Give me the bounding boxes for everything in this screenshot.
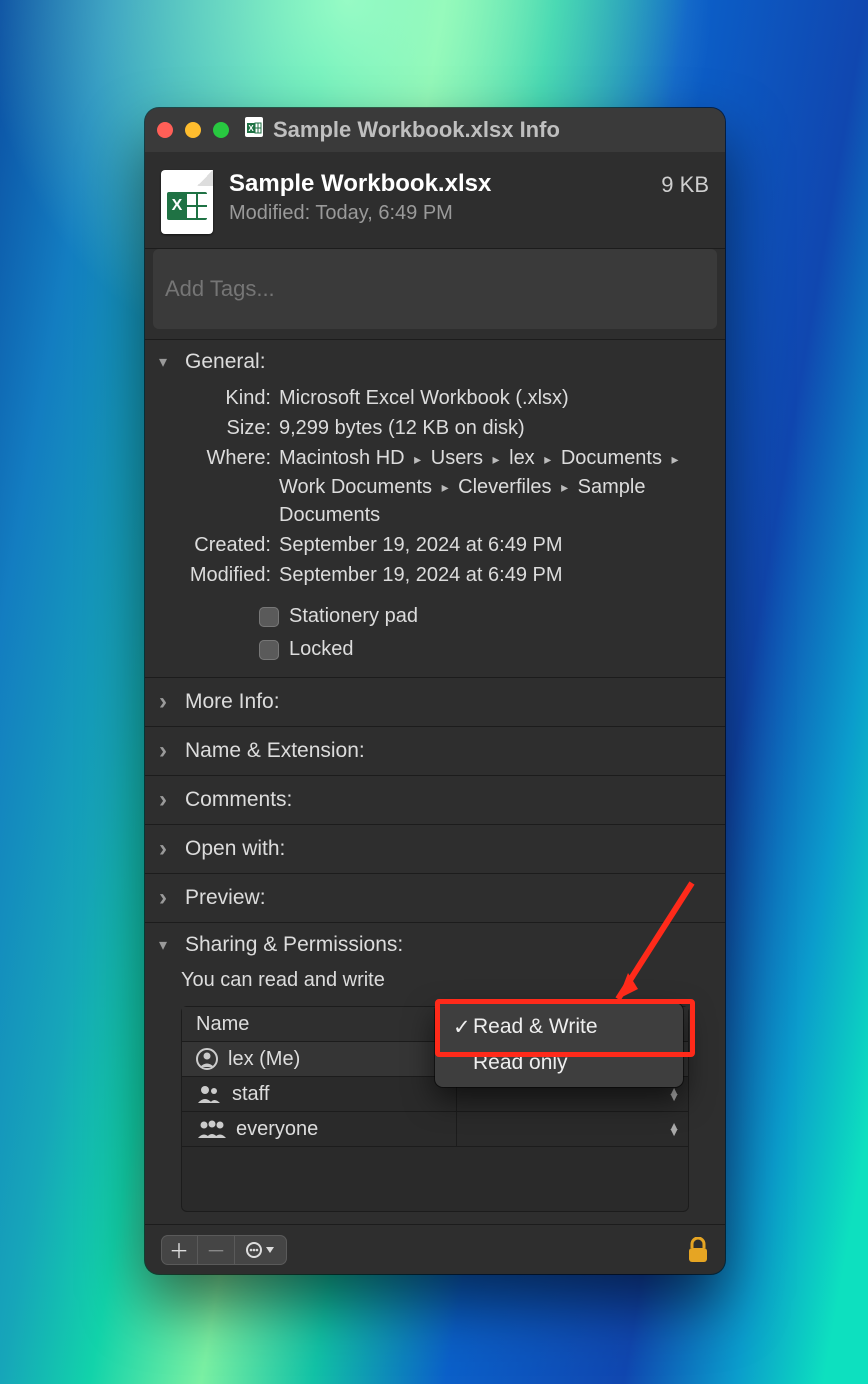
file-size-summary: 9 KB: [661, 172, 709, 198]
minimize-icon[interactable]: [185, 122, 201, 138]
close-icon[interactable]: [157, 122, 173, 138]
tags-input[interactable]: [153, 249, 717, 329]
created-label: Created:: [159, 531, 271, 559]
section-name-extension-label: Name & Extension:: [185, 739, 365, 763]
privilege-option-read-write[interactable]: ✓ Read & Write: [435, 1009, 683, 1045]
section-sharing-label: Sharing & Permissions:: [185, 933, 403, 957]
permissions-table: Name Privilege lex (Me) ▲▼: [181, 1006, 689, 1212]
section-open-with-label: Open with:: [185, 837, 285, 861]
add-button[interactable]: ＋: [161, 1235, 198, 1265]
section-general-label: General:: [185, 350, 266, 374]
section-comments-label: Comments:: [185, 788, 292, 812]
perm-row-name: staff: [232, 1083, 269, 1106]
stationery-label: Stationery pad: [289, 605, 418, 628]
section-sharing-permissions: ▾ Sharing & Permissions: You can read an…: [145, 922, 725, 1272]
section-general-header[interactable]: ▾ General:: [159, 348, 711, 376]
size-value: 9,299 bytes (12 KB on disk): [279, 414, 711, 442]
section-general: ▾ General: Kind: Microsoft Excel Workboo…: [145, 339, 725, 677]
locked-checkbox[interactable]: Locked: [259, 638, 711, 661]
file-icon: X: [161, 170, 213, 234]
chevron-down-icon: ▾: [159, 935, 179, 955]
chevron-right-icon: ›: [159, 786, 179, 814]
col-header-name[interactable]: Name: [182, 1013, 456, 1036]
stepper-icon: ▲▼: [668, 1123, 680, 1135]
where-value: Macintosh HD ▸ Users ▸ lex ▸ Documents ▸…: [279, 444, 711, 529]
privilege-popup: ✓ Read & Write Read only: [435, 1003, 683, 1087]
chevron-right-icon: ›: [159, 835, 179, 863]
kind-value: Microsoft Excel Workbook (.xlsx): [279, 384, 711, 412]
table-row[interactable]: everyone ▲▼: [182, 1112, 688, 1147]
kind-label: Kind:: [159, 384, 271, 412]
action-menu-button[interactable]: [235, 1235, 287, 1265]
person-icon: [196, 1048, 218, 1070]
remove-button[interactable]: －: [198, 1235, 235, 1265]
stepper-icon: ▲▼: [668, 1088, 680, 1100]
titlebar-file-icon: X: [243, 116, 265, 144]
window-title: Sample Workbook.xlsx Info: [273, 117, 560, 143]
section-more-info-label: More Info:: [185, 690, 280, 714]
stationery-checkbox[interactable]: Stationery pad: [259, 605, 711, 628]
title-bar[interactable]: X Sample Workbook.xlsx Info: [145, 108, 725, 152]
chevron-right-icon: ›: [159, 737, 179, 765]
file-name: Sample Workbook.xlsx: [229, 170, 661, 198]
everyone-icon: [196, 1118, 226, 1140]
traffic-lights: [157, 122, 229, 138]
privilege-option-read-only[interactable]: Read only: [435, 1045, 683, 1081]
chevron-right-icon: ›: [159, 884, 179, 912]
svg-text:X: X: [248, 124, 254, 133]
checkmark-icon: ✓: [453, 1015, 473, 1040]
zoom-icon[interactable]: [213, 122, 229, 138]
perm-row-name: lex (Me): [228, 1048, 300, 1071]
section-preview-label: Preview:: [185, 886, 266, 910]
modified-value: September 19, 2024 at 6:49 PM: [279, 561, 711, 589]
locked-label: Locked: [289, 638, 354, 661]
permission-hint: You can read and write: [181, 969, 711, 992]
section-more-info[interactable]: › More Info:: [145, 677, 725, 726]
window-footer: ＋ －: [145, 1224, 725, 1274]
section-open-with[interactable]: › Open with:: [145, 824, 725, 873]
where-label: Where:: [159, 444, 271, 529]
chevron-right-icon: ›: [159, 688, 179, 716]
file-modified-summary: Modified: Today, 6:49 PM: [229, 202, 661, 225]
chevron-down-icon: ▾: [159, 352, 179, 372]
checkbox-icon: [259, 640, 279, 660]
checkbox-icon: [259, 607, 279, 627]
info-window: X Sample Workbook.xlsx Info X Sample Wor…: [145, 108, 725, 1274]
section-preview[interactable]: › Preview:: [145, 873, 725, 922]
perm-row-name: everyone: [236, 1118, 318, 1141]
created-value: September 19, 2024 at 6:49 PM: [279, 531, 711, 559]
privilege-select[interactable]: ▲▼: [456, 1112, 688, 1146]
lock-icon[interactable]: [687, 1237, 709, 1263]
section-sharing-header[interactable]: ▾ Sharing & Permissions:: [159, 931, 711, 959]
footer-actions: ＋ －: [161, 1235, 287, 1265]
modified-label: Modified:: [159, 561, 271, 589]
section-comments[interactable]: › Comments:: [145, 775, 725, 824]
group-icon: [196, 1083, 222, 1105]
size-label: Size:: [159, 414, 271, 442]
section-name-extension[interactable]: › Name & Extension:: [145, 726, 725, 775]
file-header: X Sample Workbook.xlsx Modified: Today, …: [145, 152, 725, 249]
